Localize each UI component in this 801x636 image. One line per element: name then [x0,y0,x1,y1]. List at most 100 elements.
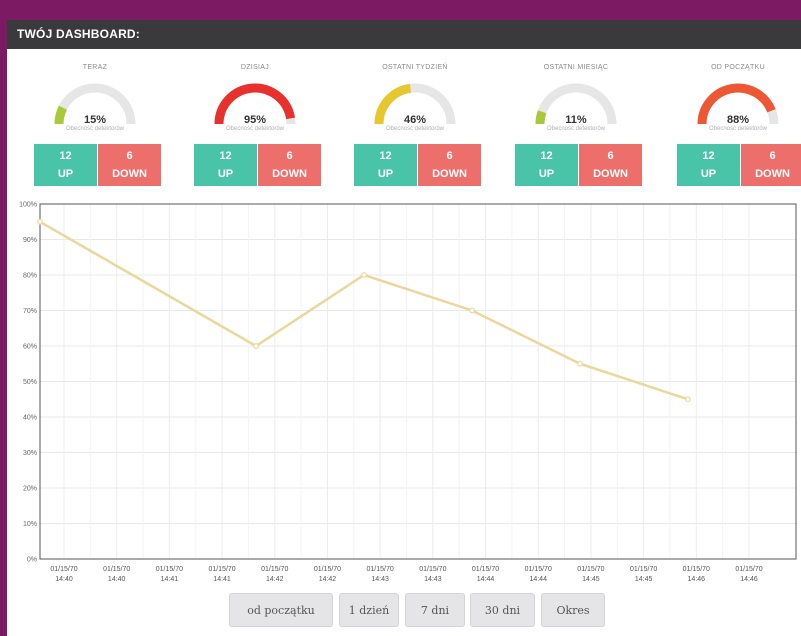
x-tick-time: 14:43 [424,576,442,583]
up-button[interactable]: 12 UP [354,144,417,186]
line-chart: 0% 10% 20% 30% 40% 50% 60% 70% 80% 90% 100% 01/15/7… [19,202,797,583]
x-tick-time: 14:41 [161,576,179,583]
data-point[interactable] [361,272,367,278]
down-count: 6 [286,150,293,162]
data-point[interactable] [37,218,43,225]
y-tick-label: 40% [23,415,37,422]
y-tick-label: 90% [23,237,37,244]
x-tick-time: 14:40 [108,576,126,583]
gauge-title: OSTATNI MIESIĄC [543,64,609,71]
up-button[interactable]: 12 UP [515,144,578,186]
gauge-title: TERAZ [82,64,108,71]
gauge-subtitle: Obecność detektorów [385,126,445,132]
up-label: UP [57,168,74,180]
range-button[interactable]: 1 dzień [339,593,399,627]
range-button[interactable]: od początku [229,593,333,627]
up-button[interactable]: 12 UP [677,144,740,186]
down-label: DOWN [755,168,790,180]
up-count: 12 [219,150,232,162]
x-tick-date: 01/15/70 [472,566,499,573]
data-point[interactable] [577,360,583,367]
gauge-panel: TERAZ 15% Obecność detektorów 12 UP 6 DOWN [34,64,161,194]
x-tick-time: 14:46 [688,576,706,583]
gauge-panel: OSTATNI TYDZIEŃ 46% Obecność detektorów 12 U… [354,64,481,194]
y-tick-label: 80% [23,273,37,280]
dashboard-header: TWÓJ DASHBOARD: [7,20,801,49]
up-count: 12 [59,150,72,162]
gauge-percent: 46% [403,114,427,126]
x-tick-date: 01/15/70 [208,566,235,573]
down-count: 6 [446,150,453,162]
gauge-title: DZISIAJ [240,64,270,71]
gauge-percent: 11% [565,114,587,126]
x-tick-time: 14:43 [371,576,389,583]
x-tick-time: 14:42 [319,576,337,583]
down-count: 6 [607,150,614,162]
y-tick-label: 100% [19,202,37,209]
gauge-percent: 15% [83,114,107,126]
x-tick-date: 01/15/70 [419,566,446,573]
range-button[interactable]: Okres [541,593,605,627]
x-tick-date: 01/15/70 [367,566,394,573]
up-count: 12 [540,150,553,162]
y-tick-label: 30% [23,450,37,457]
range-button[interactable]: 7 dni [405,593,465,627]
y-tick-label: 70% [23,308,37,315]
y-tick-label: 20% [23,486,37,493]
up-count: 12 [702,150,715,162]
x-tick-time: 14:45 [582,576,600,583]
gauge-percent: 88% [726,114,750,126]
down-label: DOWN [432,168,467,180]
gauge-panel: DZISIAJ 95% Obecność detektorów 12 UP 6 DOWN [194,64,321,194]
down-button[interactable]: 6 DOWN [258,144,321,186]
gauge-panel: OD POCZĄTKU 88% Obecność detektorów 12 UP 6 DO… [677,64,801,194]
up-label: UP [377,168,394,180]
down-button[interactable]: 6 DOWN [98,144,161,186]
x-tick-time: 14:42 [266,576,284,583]
down-count: 6 [126,150,133,162]
x-tick-date: 01/15/70 [156,566,183,573]
down-count: 6 [769,150,776,162]
x-tick-date: 01/15/70 [103,566,130,573]
x-tick-time: 14:40 [55,576,73,583]
gauge-subtitle: Obecność detektorów [546,126,606,132]
x-tick-date: 01/15/70 [577,566,604,573]
x-tick-date: 01/15/70 [50,566,77,573]
down-button[interactable]: 6 DOWN [579,144,642,186]
y-tick-label: 10% [23,521,37,528]
x-tick-date: 01/15/70 [683,566,710,573]
gauge-subtitle: Obecność detektorów [708,126,768,132]
gauge-subtitle: Obecność detektorów [65,126,125,132]
up-count: 12 [379,150,392,162]
gauge-panel: OSTATNI MIESIĄC 11% Obecność detektorów 12 U… [515,64,642,194]
data-point[interactable] [469,307,475,314]
up-label: UP [538,168,555,180]
down-button[interactable]: 6 DOWN [741,144,801,186]
up-label: UP [700,168,717,180]
y-tick-label: 0% [27,557,37,564]
down-label: DOWN [112,168,147,180]
down-button[interactable]: 6 DOWN [418,144,481,186]
down-label: DOWN [593,168,628,180]
x-tick-date: 01/15/70 [261,566,288,573]
x-tick-date: 01/15/70 [314,566,341,573]
dashboard-frame: TWÓJ DASHBOARD: TERAZ 15% Obecność detekto… [7,20,801,636]
x-tick-time: 14:44 [529,576,547,583]
up-button[interactable]: 12 UP [194,144,257,186]
x-tick-date: 01/15/70 [525,566,552,573]
up-label: UP [217,168,234,180]
x-tick-time: 14:44 [477,576,495,583]
gauge-title: OD POCZĄTKU [711,64,765,71]
gauge-subtitle: Obecność detektorów [225,126,285,132]
x-tick-time: 14:41 [213,576,231,583]
gauge-percent: 95% [243,114,267,126]
down-label: DOWN [272,168,307,180]
x-tick-time: 14:46 [740,576,758,583]
y-tick-label: 60% [23,344,37,351]
data-point[interactable] [685,396,691,403]
data-point[interactable] [253,343,259,349]
range-button[interactable]: 30 dni [470,593,535,627]
x-tick-date: 01/15/70 [630,566,657,573]
y-tick-label: 50% [23,379,37,386]
up-button[interactable]: 12 UP [34,144,97,186]
